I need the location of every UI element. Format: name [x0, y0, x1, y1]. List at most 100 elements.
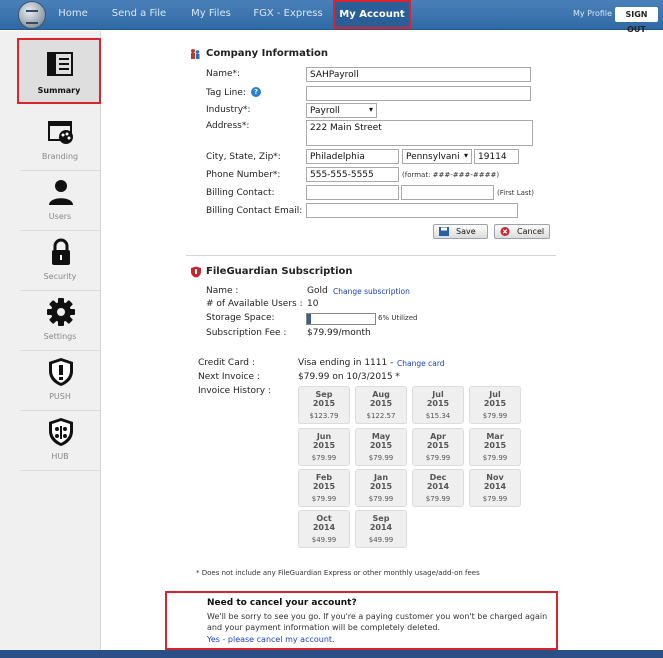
change-subscription-link[interactable]: Change subscription	[333, 287, 410, 296]
gear-icon	[47, 298, 75, 326]
invoice-amount: $122.57	[366, 412, 396, 420]
sidebar-label: Branding	[41, 152, 79, 161]
invoice-year: 2015	[483, 441, 507, 450]
invoice-month: Feb	[315, 473, 333, 482]
name-label: Name*:	[206, 69, 241, 79]
state-select[interactable]: Pennsylvani	[402, 149, 472, 164]
billing-last-name-field[interactable]	[401, 185, 494, 200]
invoice-amount: $79.99	[311, 495, 337, 503]
invoice-year: 2015	[312, 482, 336, 491]
fileguardian-shield-icon	[191, 266, 201, 278]
invoice-tile[interactable]: Sep 2015 $123.79	[298, 386, 350, 424]
hub-shield-icon	[49, 418, 73, 446]
nav-home[interactable]: Home	[55, 0, 91, 30]
sidebar-item-branding[interactable]: Branding	[20, 111, 100, 171]
storage-label: Storage Space:	[206, 313, 275, 323]
invoice-month: Oct	[316, 514, 332, 523]
invoice-tile[interactable]: Mar 2015 $79.99	[469, 428, 521, 466]
invoice-year: 2015	[369, 482, 393, 491]
first-last-hint: (First Last)	[497, 189, 534, 197]
save-icon	[439, 227, 449, 236]
cancel-button[interactable]: Cancel	[494, 224, 550, 239]
invoice-year: 2015	[483, 399, 507, 408]
nav-my-account[interactable]: My Account	[333, 0, 411, 29]
change-card-link[interactable]: Change card	[397, 359, 445, 368]
billing-email-field[interactable]	[306, 203, 518, 218]
next-invoice-label: Next Invoice :	[198, 372, 260, 382]
zip-field[interactable]: 19114	[474, 149, 519, 164]
company-icon	[191, 49, 200, 59]
invoice-tile[interactable]: Dec 2014 $79.99	[412, 469, 464, 507]
taskbar	[0, 650, 663, 658]
sidebar: Summary Branding Users Security Settings…	[0, 31, 101, 658]
invoice-year: 2015	[369, 441, 393, 450]
section-divider	[186, 255, 556, 256]
branding-icon	[48, 121, 73, 144]
invoice-month: Jun	[316, 432, 332, 441]
invoice-amount: $79.99	[482, 412, 508, 420]
storage-progress-fill	[307, 314, 312, 324]
invoice-year: 2015	[426, 399, 450, 408]
sidebar-label: HUB	[51, 452, 69, 461]
invoice-year: 2014	[312, 523, 336, 532]
storage-progress-bar	[306, 313, 376, 325]
sidebar-item-hub[interactable]: HUB	[20, 411, 100, 471]
invoice-year: 2014	[369, 523, 393, 532]
nav-fgx-express[interactable]: FGX - Express	[253, 0, 323, 30]
invoice-month: Jul	[489, 390, 501, 399]
sidebar-item-summary[interactable]: Summary	[17, 38, 101, 104]
sidebar-item-settings[interactable]: Settings	[20, 291, 100, 351]
invoice-amount: $79.99	[368, 495, 394, 503]
billing-email-label: Billing Contact Email:	[206, 206, 303, 216]
address-field[interactable]: 222 Main Street	[306, 120, 533, 146]
invoice-tile[interactable]: Nov 2014 $79.99	[469, 469, 521, 507]
invoice-amount: $49.99	[311, 536, 337, 544]
sidebar-item-push[interactable]: PUSH	[20, 351, 100, 411]
invoice-month: Aug	[372, 390, 390, 399]
sidebar-item-security[interactable]: Security	[20, 231, 100, 291]
invoice-amount: $49.99	[368, 536, 394, 544]
sign-out-button[interactable]: SIGN OUT	[615, 7, 658, 34]
invoice-tile[interactable]: Jan 2015 $79.99	[355, 469, 407, 507]
invoice-tile[interactable]: Feb 2015 $79.99	[298, 469, 350, 507]
invoice-tile[interactable]: Oct 2014 $49.99	[298, 510, 350, 548]
invoice-tile[interactable]: Jul 2015 $79.99	[469, 386, 521, 424]
storage-utilized-text: 6% Utilized	[378, 314, 418, 322]
invoice-amount: $79.99	[482, 454, 508, 462]
invoice-tile[interactable]: May 2015 $79.99	[355, 428, 407, 466]
invoice-month: Jul	[432, 390, 444, 399]
company-name-field[interactable]: SAHPayroll	[306, 67, 531, 82]
industry-select[interactable]: Payroll	[306, 103, 377, 118]
nav-send-a-file[interactable]: Send a File	[111, 0, 167, 30]
sidebar-item-users[interactable]: Users	[20, 171, 100, 231]
sidebar-label: Settings	[43, 332, 77, 341]
address-label: Address*:	[206, 121, 250, 131]
invoice-tile[interactable]: Sep 2014 $49.99	[355, 510, 407, 548]
billing-first-name-field[interactable]	[306, 185, 399, 200]
city-field[interactable]: Philadelphia	[306, 149, 399, 164]
help-icon[interactable]: ?	[251, 87, 261, 97]
sidebar-label: PUSH	[49, 392, 71, 401]
save-button[interactable]: Save	[433, 224, 488, 239]
fee-label: Subscription Fee :	[206, 328, 287, 338]
invoice-month: Sep	[372, 514, 390, 523]
invoice-tile[interactable]: Jul 2015 $15.34	[412, 386, 464, 424]
invoice-month: Mar	[486, 432, 504, 441]
credit-card-value: Visa ending in 1111 -	[298, 358, 394, 368]
top-nav-bar: Home Send a File My Files FGX - Express …	[0, 0, 663, 34]
cancel-account-box: Need to cancel your account? We'll be so…	[165, 591, 558, 650]
phone-label: Phone Number*:	[206, 170, 281, 180]
invoice-tile[interactable]: Apr 2015 $79.99	[412, 428, 464, 466]
invoice-tile[interactable]: Aug 2015 $122.57	[355, 386, 407, 424]
tagline-field[interactable]	[306, 86, 531, 101]
invoice-tile[interactable]: Jun 2015 $79.99	[298, 428, 350, 466]
fee-value: $79.99/month	[307, 328, 371, 338]
cancel-account-link[interactable]: Yes - please cancel my account.	[207, 635, 335, 644]
invoice-year: 2015	[312, 399, 336, 408]
invoice-year: 2014	[483, 482, 507, 491]
nav-my-files[interactable]: My Files	[189, 0, 233, 30]
fileguardian-logo[interactable]	[18, 1, 46, 29]
my-profile-link[interactable]: My Profile	[573, 9, 612, 18]
phone-field[interactable]: 555-555-5555	[306, 167, 399, 182]
cancel-icon	[500, 227, 510, 236]
